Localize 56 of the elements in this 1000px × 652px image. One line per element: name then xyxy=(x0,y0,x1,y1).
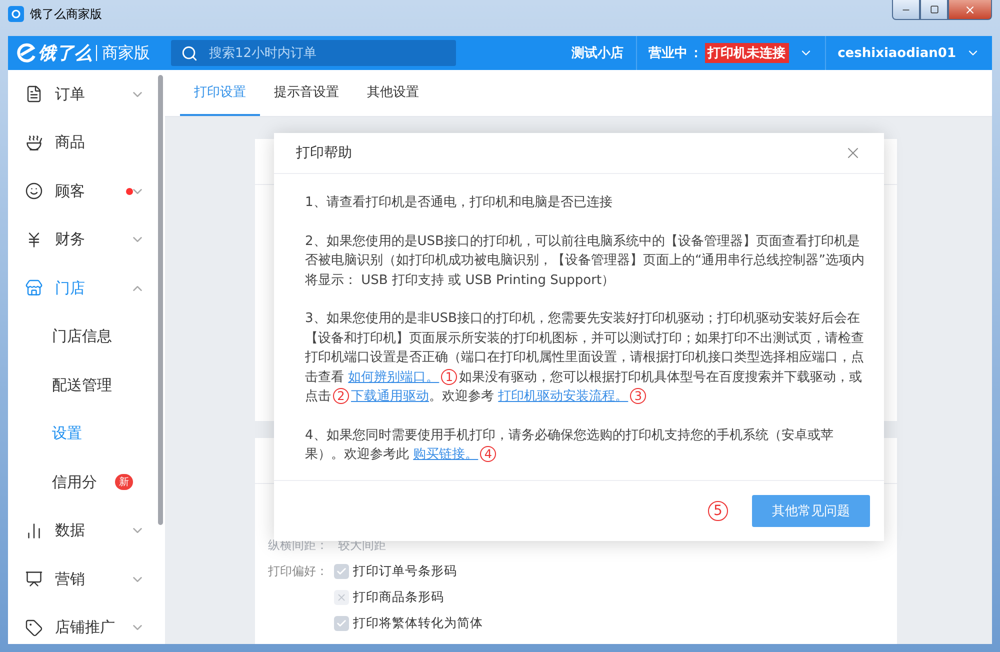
checkbox-label: 打印商品条形码 xyxy=(353,588,444,606)
menu-icon xyxy=(25,279,43,298)
sidebar-subitem[interactable]: 配送管理 xyxy=(8,361,165,410)
logo-icon xyxy=(16,43,38,63)
annotation-number: 5 xyxy=(708,501,728,521)
menu-icon xyxy=(25,570,43,588)
edition-label: 商家版 xyxy=(96,45,150,61)
help-paragraph: 1、请查看打印机是否通电，打印机和电脑是否已连接 xyxy=(305,194,614,212)
business-status: 营业中 xyxy=(648,45,688,62)
dialog-title: 打印帮助 xyxy=(296,144,352,162)
checkbox-label: 打印将繁体转化为简体 xyxy=(353,614,483,632)
maximize-icon xyxy=(930,5,938,14)
sidebar-item[interactable]: 订单 xyxy=(8,70,165,118)
help-paragraph: 2、如果您使用的是USB接口的打印机，可以前往电脑系统中的【设备管理器】页面查看打印机是否被电脑识别（如打印机成功被电脑识别，【设备管理器】页面上的“通用串行总线控制器”选项内将显示： USB 打印支持 或 USB Printing Support） xyxy=(305,232,866,290)
app-icon xyxy=(8,6,24,22)
menu-icon xyxy=(25,134,43,152)
help-paragraph: 4、如果您同时需要使用手机打印，请务必确保您选购的打印机支持您的手机系统（安卓或苹果）。欢迎参考此 购买链接。 4 xyxy=(305,426,834,464)
menu-icon xyxy=(25,85,43,104)
minimize-button[interactable] xyxy=(892,0,920,20)
check-icon xyxy=(336,618,347,628)
annotation-number: 4 xyxy=(480,446,496,462)
checkbox-label: 打印订单号条形码 xyxy=(353,562,457,580)
tab[interactable]: 提示音设置 xyxy=(260,70,353,116)
maximize-button[interactable] xyxy=(920,0,948,20)
sidebar-subitem[interactable]: 门店信息 xyxy=(8,312,165,361)
annotation-number: 2 xyxy=(333,388,349,404)
sidebar-item[interactable]: 商品 xyxy=(8,118,165,167)
checkbox[interactable] xyxy=(334,616,349,630)
status-separator: ： xyxy=(690,45,703,62)
menu-icon xyxy=(25,182,43,200)
menu-icon xyxy=(25,618,43,637)
tab[interactable]: 其他设置 xyxy=(353,70,433,116)
annotation-number: 1 xyxy=(441,368,458,385)
sidebar-item[interactable]: 顾客 xyxy=(8,167,165,216)
search-icon xyxy=(181,45,198,62)
checkbox[interactable] xyxy=(334,590,349,604)
printer-status-badge: 打印机未连接 xyxy=(704,43,789,63)
search-field[interactable]: 搜索12小时内订单 xyxy=(171,40,456,66)
app-logo: 饿了么 xyxy=(38,42,92,65)
help-paragraph: 3、如果您使用的是非USB接口的打印机，您需要先安装好打印机驱动；打印机驱动安装好后会在【设备和打印机】页面展示所安装的打印机图标，并可以测试打印；如果打印不出测试页，请检查打印机端口设置是否正确（端口在打印机属性里面设置，请根据打印机接口类型选择相应端口，点击查看 如何辨别端口。 1 如果没有驱动，您可以根据打印机具体型号在百度搜索并下载驱动，或点击 2 下载通用驱动。欢迎参考 打印机驱动安装流程。 3 xyxy=(305,310,865,406)
menu-icon xyxy=(25,522,43,540)
scrollbar[interactable] xyxy=(158,75,163,525)
sidebar-subitem[interactable]: 信用分 新 xyxy=(8,458,165,506)
window-title: 饿了么商家版 xyxy=(30,6,102,23)
setting-label: 打印偏好： xyxy=(268,562,329,580)
sidebar-item[interactable]: 财务 xyxy=(8,216,165,264)
checkbox[interactable] xyxy=(334,564,349,578)
sidebar-item[interactable]: 店铺推广 xyxy=(8,604,165,652)
annotation-number: 3 xyxy=(630,388,646,404)
new-badge: 新 xyxy=(115,474,133,490)
close-window-button[interactable] xyxy=(948,0,992,20)
close-icon xyxy=(964,4,976,16)
sidebar-item[interactable]: 营销 xyxy=(8,555,165,604)
check-icon xyxy=(336,566,347,576)
cross-icon xyxy=(336,592,347,602)
sidebar-item[interactable]: 数据 xyxy=(8,506,165,555)
